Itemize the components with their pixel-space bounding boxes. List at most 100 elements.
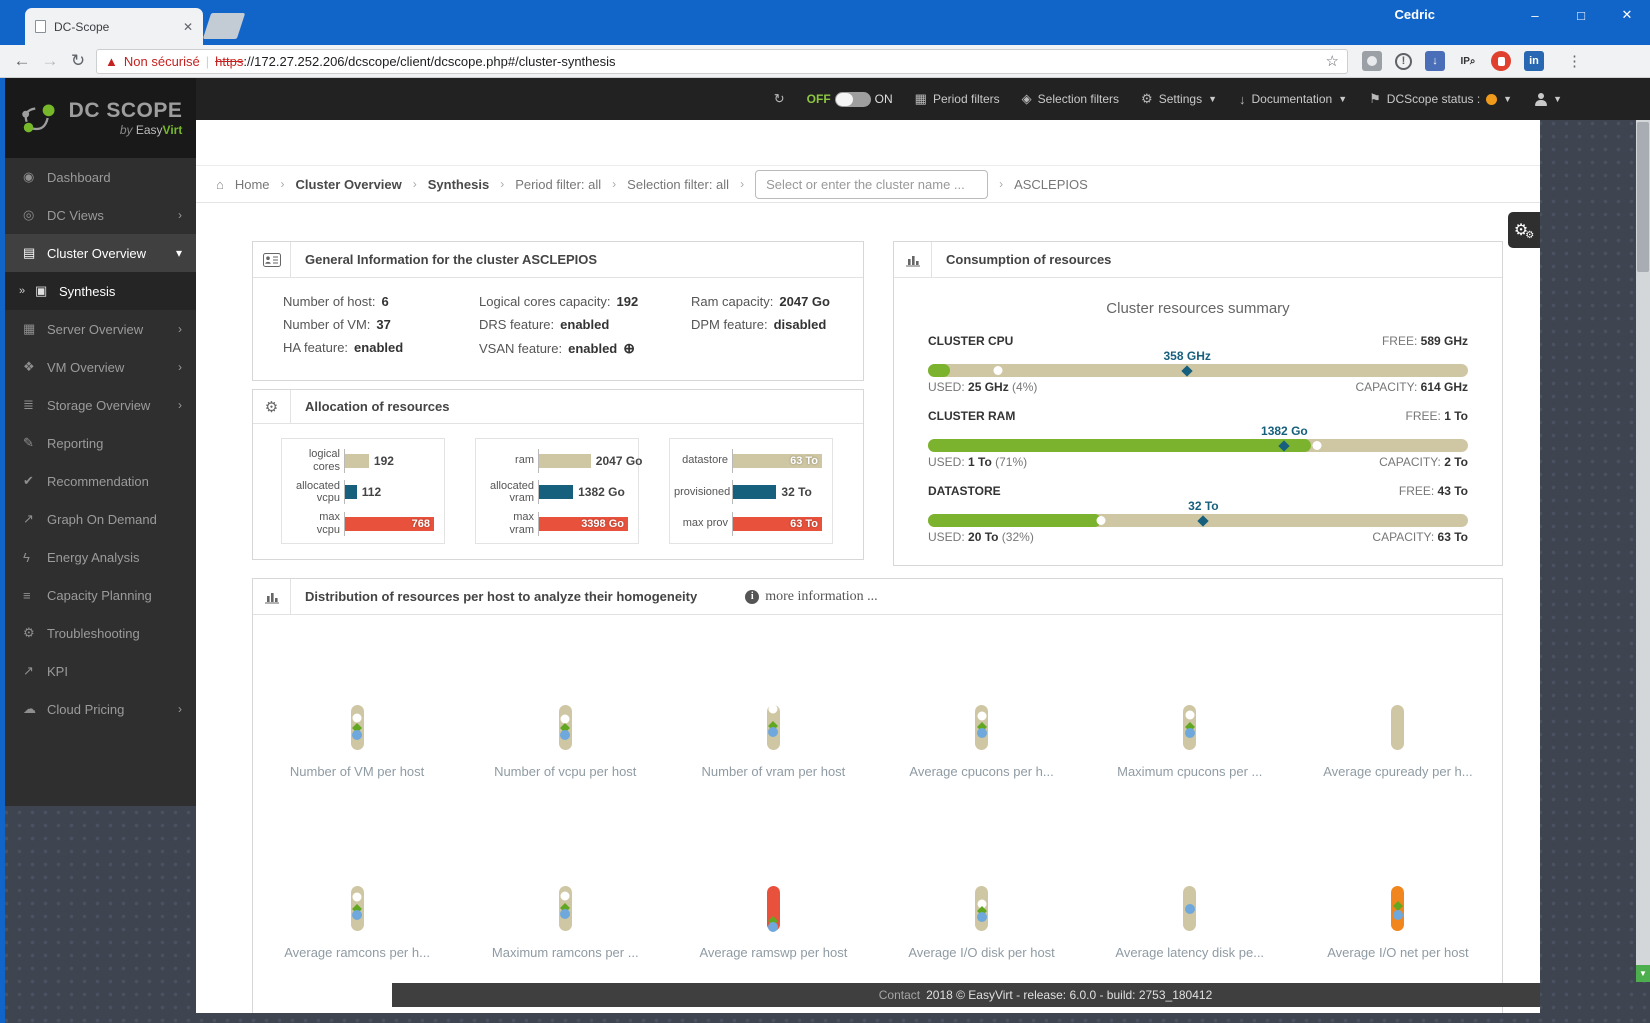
- download-extension-icon[interactable]: ↓: [1425, 51, 1445, 71]
- refresh-icon[interactable]: ↻: [64, 51, 92, 71]
- navbar-menu: ▦ Period filters ◈ Selection filters ⚙ Settin…: [915, 91, 1347, 107]
- toggle-track[interactable]: [834, 91, 871, 107]
- adblock-extension-icon[interactable]: [1491, 51, 1511, 71]
- info-value: 6: [381, 294, 389, 309]
- mini-distribution-bar: [350, 886, 364, 931]
- chevron-down-icon: ▼: [1338, 94, 1348, 104]
- home-icon[interactable]: ⌂: [216, 177, 224, 192]
- distribution-cell[interactable]: Maximum cpucons per ...: [1086, 615, 1294, 834]
- distribution-cell[interactable]: Average I/O net per host: [1294, 834, 1502, 963]
- scrollbar-thumb[interactable]: [1637, 122, 1649, 272]
- distribution-cell[interactable]: Number of vcpu per host: [461, 615, 669, 834]
- allocation-chart-vram: ram 2047 Go allocated vram 1382 Go max vram 339…: [475, 438, 643, 544]
- consumption-group-cluster-ram: CLUSTER RAM FREE: 1 To 1382 Go USED: 1 To (…: [928, 406, 1468, 472]
- url-separator: |: [205, 53, 210, 69]
- distribution-cell[interactable]: Average cpuready per h...: [1294, 615, 1502, 834]
- bar: [345, 485, 357, 499]
- navbar-refresh-button[interactable]: ↻: [774, 91, 785, 107]
- distribution-cell[interactable]: Number of VM per host: [253, 615, 461, 834]
- floating-settings-button[interactable]: ⚙ ⚙: [1508, 212, 1540, 248]
- window-close-button[interactable]: ✕: [1604, 0, 1650, 30]
- panel-allocation: ⚙ Allocation of resources logical cores 19…: [252, 389, 864, 560]
- sidebar-item-dc-views[interactable]: ◎ DC Views ›: [5, 196, 196, 234]
- window-maximize-button[interactable]: □: [1558, 0, 1604, 30]
- logo-by: by: [119, 123, 133, 137]
- mini-distribution-bar: [1183, 705, 1197, 750]
- sidebar-item-label: Reporting: [47, 435, 104, 451]
- sidebar-item-troubleshooting[interactable]: ⚙ Troubleshooting: [5, 614, 196, 652]
- sidebar-item-vm-overview[interactable]: ❖ VM Overview ›: [5, 348, 196, 386]
- sidebar-item-cluster-overview[interactable]: ▤ Cluster Overview ▾: [5, 234, 196, 272]
- breadcrumb-item[interactable]: Selection filter: all: [627, 177, 729, 192]
- info-value: enabled: [560, 317, 610, 332]
- new-tab-button[interactable]: [202, 13, 246, 39]
- scrollbar-down-button[interactable]: ▼: [1636, 965, 1650, 982]
- panel-distribution: Distribution of resources per host to an…: [252, 578, 1503, 1013]
- bookmark-star-icon[interactable]: ☆: [1326, 52, 1339, 70]
- data-toggle[interactable]: OFF ON: [807, 91, 893, 107]
- distribution-cell[interactable]: Average ramcons per h...: [253, 834, 461, 963]
- sidebar-item-label: Server Overview: [47, 321, 144, 337]
- sidebar-item-synthesis[interactable]: » ▣ Synthesis: [5, 272, 196, 310]
- breadcrumb-item[interactable]: Period filter: all: [515, 177, 601, 192]
- distribution-cell[interactable]: Average cpucons per h...: [878, 615, 1086, 834]
- extension-icon[interactable]: [1362, 51, 1382, 71]
- navbar-item-documentation[interactable]: ↓ Documentation ▼: [1239, 92, 1347, 107]
- distribution-cell[interactable]: Average latency disk pe...: [1086, 834, 1294, 963]
- dcscope-status-menu[interactable]: ⚑ DCScope status : ▼: [1369, 91, 1512, 107]
- vertical-scrollbar[interactable]: ▼: [1636, 120, 1650, 982]
- sidebar-item-storage-overview[interactable]: ≣ Storage Overview ›: [5, 386, 196, 424]
- distribution-cell-label: Maximum cpucons per ...: [1117, 764, 1263, 779]
- sidebar-item-reporting[interactable]: ✎ Reporting: [5, 424, 196, 462]
- navbar-item-selection-filters[interactable]: ◈ Selection filters: [1022, 91, 1119, 107]
- window-user-label: Cedric: [1394, 7, 1435, 22]
- distribution-cell[interactable]: Number of vram per host: [669, 615, 877, 834]
- ip-lookup-extension-icon[interactable]: IP⌕: [1458, 51, 1478, 71]
- info-extension-icon[interactable]: !: [1395, 52, 1412, 70]
- navbar-item-period-filters[interactable]: ▦ Period filters: [915, 91, 1000, 107]
- window-minimize-button[interactable]: –: [1512, 0, 1558, 30]
- browser-tab[interactable]: DC-Scope ✕: [25, 8, 203, 45]
- contact-link[interactable]: Contact: [879, 988, 920, 1002]
- gear-icon: ⚙: [253, 390, 291, 423]
- info-value: disabled: [773, 317, 827, 332]
- sidebar-item-graph-on-demand[interactable]: ↗ Graph On Demand: [5, 500, 196, 538]
- breadcrumb-item[interactable]: Cluster Overview: [296, 177, 402, 192]
- info-label: HA feature:: [283, 340, 349, 355]
- distribution-cell-label: Average I/O net per host: [1327, 945, 1469, 960]
- plus-circle-icon[interactable]: ⊕: [623, 340, 635, 357]
- breadcrumb-item[interactable]: Synthesis: [428, 177, 489, 192]
- distribution-cell[interactable]: Average ramswp per host: [669, 834, 877, 963]
- linkedin-extension-icon[interactable]: in: [1524, 51, 1544, 71]
- panel-header: General Information for the cluster ASCL…: [253, 242, 863, 278]
- chevron-right-icon: ›: [280, 177, 285, 191]
- resource-name: CLUSTER RAM: [928, 409, 1016, 423]
- back-icon[interactable]: ←: [8, 51, 36, 71]
- sidebar-item-kpi[interactable]: ↗ KPI: [5, 652, 196, 690]
- distribution-cell-label: Maximum ramcons per ...: [491, 945, 639, 960]
- sidebar-item-cloud-pricing[interactable]: ☁ Cloud Pricing ›: [5, 690, 196, 728]
- navbar-item-settings[interactable]: ⚙ Settings ▼: [1141, 91, 1217, 107]
- sidebar-item-recommendation[interactable]: ✔ Recommendation: [5, 462, 196, 500]
- sidebar-item-capacity-planning[interactable]: ≡ Capacity Planning: [5, 576, 196, 614]
- cluster-name-input[interactable]: [755, 169, 989, 199]
- panel-title: Consumption of resources: [946, 252, 1112, 267]
- distribution-cell-label: Number of VM per host: [289, 764, 425, 779]
- free-label: FREE:: [1398, 484, 1438, 498]
- bar: [539, 485, 574, 499]
- sidebar-item-dashboard[interactable]: ◉ Dashboard: [5, 158, 196, 196]
- bar-value: 192: [373, 453, 394, 468]
- cloud-pricing-icon: ☁: [23, 701, 36, 716]
- distribution-cell[interactable]: Average I/O disk per host: [878, 834, 1086, 963]
- url-bar[interactable]: ▲ Non sécurisé | https://172.27.252.206/…: [96, 48, 1348, 74]
- more-information-link[interactable]: i more information ...: [745, 579, 878, 614]
- breadcrumb-home[interactable]: Home: [235, 177, 270, 192]
- sidebar-item-server-overview[interactable]: ▦ Server Overview ›: [5, 310, 196, 348]
- info-row: DPM feature: disabled: [691, 317, 863, 332]
- sidebar-item-energy-analysis[interactable]: ϟ Energy Analysis: [5, 538, 196, 576]
- forward-icon[interactable]: →: [36, 51, 64, 71]
- user-menu[interactable]: ▼: [1534, 92, 1562, 106]
- browser-menu-icon[interactable]: ⋮: [1567, 52, 1582, 70]
- tab-close-icon[interactable]: ✕: [183, 20, 193, 34]
- distribution-cell[interactable]: Maximum ramcons per ...: [461, 834, 669, 963]
